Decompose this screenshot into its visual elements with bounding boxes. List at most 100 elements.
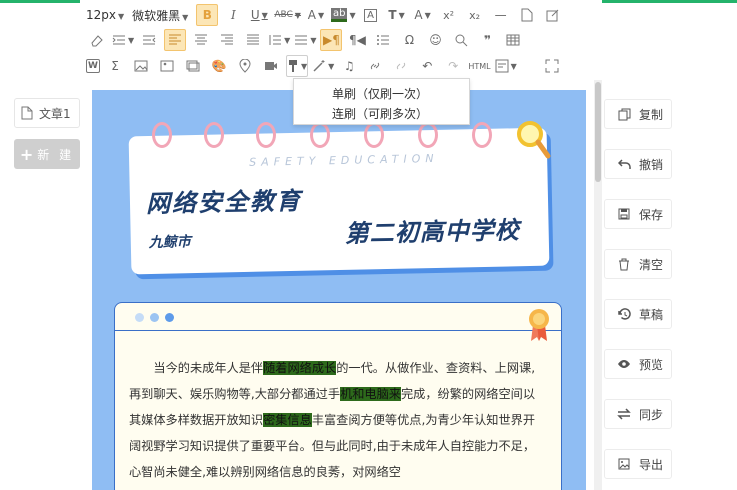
subtitle-en: SAFETY EDUCATION (249, 151, 439, 169)
unlink-icon[interactable] (390, 55, 412, 77)
preview-label: 预览 (639, 357, 664, 372)
undo-toolbar-icon[interactable]: ↶ (416, 55, 438, 77)
binder-ring-icon (204, 122, 224, 148)
link-icon[interactable] (364, 55, 386, 77)
align-right-icon[interactable] (216, 29, 238, 51)
formula-icon[interactable]: Σ (104, 55, 126, 77)
direction-ltr-icon[interactable]: ▶¶ (320, 29, 343, 51)
align-left-icon[interactable] (164, 29, 187, 51)
document-icon (21, 106, 33, 120)
direction-rtl-icon[interactable]: ¶◀ (346, 29, 368, 51)
export-button[interactable]: 导出 (604, 449, 672, 479)
content-card-header (115, 303, 561, 341)
editor-canvas[interactable]: SAFETY EDUCATION 网络安全教育 九鲸市 第二初高中学校 当今的未… (92, 90, 586, 490)
binder-ring-icon (364, 122, 384, 148)
magic-wand-icon[interactable]: ▼ (312, 55, 334, 77)
magnifier-icon (517, 121, 551, 159)
font-family-select[interactable]: 微软雅黑 ▼ (132, 7, 188, 24)
line-height-icon[interactable]: ▼ (268, 29, 290, 51)
emoji-icon[interactable]: ☺ (424, 29, 446, 51)
city-label: 九鲸市 (148, 234, 191, 251)
paragraph-spacing-icon[interactable]: ▼ (294, 29, 316, 51)
image-icon[interactable] (130, 55, 152, 77)
format-brush-icon[interactable]: ▼ (286, 55, 309, 77)
scrollbar-thumb[interactable] (595, 82, 601, 182)
paragraph-text: 当今的未成年人是伴 (153, 361, 264, 375)
table-icon[interactable] (502, 29, 524, 51)
binder-ring-icon (418, 122, 438, 148)
binder-ring-icon (152, 122, 172, 148)
frame-icon[interactable] (182, 55, 204, 77)
template-icon[interactable]: ▼ (495, 55, 517, 77)
fullscreen-icon[interactable] (541, 55, 563, 77)
award-badge-icon (529, 309, 549, 341)
edit-icon[interactable] (542, 4, 564, 26)
save-label: 保存 (639, 207, 664, 222)
word-import-icon[interactable]: W (86, 59, 100, 73)
new-button-label: 新 建 (37, 147, 75, 162)
save-button[interactable]: 保存 (604, 199, 672, 229)
font-color-icon[interactable]: A ▼ (305, 4, 327, 26)
eraser-icon[interactable] (86, 29, 108, 51)
toolbar-row-3: W Σ 🎨 ▼ ▼ ♫ ↶ ↷ HTML ▼ (86, 54, 567, 78)
draft-button[interactable]: 草稿 (604, 299, 672, 329)
gallery-icon[interactable] (156, 55, 178, 77)
background-color-icon[interactable]: ab ▼ (330, 4, 356, 26)
align-center-icon[interactable] (190, 29, 212, 51)
copy-button[interactable]: 复制 (604, 99, 672, 129)
list-icon[interactable] (372, 29, 394, 51)
decor-dot (165, 313, 174, 322)
editor-scrollbar[interactable] (594, 80, 602, 490)
superscript-icon[interactable]: x² (438, 4, 460, 26)
italic-icon[interactable]: I (222, 4, 244, 26)
search-replace-icon[interactable] (450, 29, 472, 51)
video-icon[interactable] (260, 55, 282, 77)
school-name: 第二初高中学校 (344, 216, 520, 248)
menu-item-continuous-brush[interactable]: 连刷（可刷多次） (332, 104, 469, 124)
binder-ring-icon (310, 122, 330, 148)
strikethrough-icon[interactable]: ABC ▼ (274, 4, 301, 26)
save-icon (617, 207, 631, 221)
clear-label: 清空 (639, 257, 664, 272)
article-paragraph: 当今的未成年人是伴随着网络成长的一代。从做作业、查资料、上网课,再到聊天、娱乐购… (129, 355, 547, 485)
underline-icon[interactable]: U ▼ (248, 4, 270, 26)
text-style-icon[interactable]: T ▼ (386, 4, 408, 26)
new-page-icon[interactable] (516, 4, 538, 26)
sync-button[interactable]: 同步 (604, 399, 672, 429)
redo-toolbar-icon[interactable]: ↷ (442, 55, 464, 77)
document-tab[interactable]: 文章1 (14, 98, 80, 128)
eye-icon (617, 357, 631, 371)
draft-icon (617, 307, 631, 321)
undo-button[interactable]: 撤销 (604, 149, 672, 179)
outdent-icon[interactable] (138, 29, 160, 51)
html-icon[interactable]: HTML (468, 55, 490, 77)
quote-icon[interactable]: ❞ (476, 29, 498, 51)
font-family-value: 微软雅黑 (132, 8, 181, 23)
new-document-button[interactable]: + 新 建 (14, 139, 80, 169)
indent-icon[interactable]: ▼ (112, 29, 134, 51)
subscript-icon[interactable]: x₂ (464, 4, 486, 26)
palette-icon[interactable]: 🎨 (208, 55, 230, 77)
font-size-select[interactable]: 12px ▼ (86, 8, 124, 22)
binder-ring-icon (256, 122, 276, 148)
map-icon[interactable] (234, 55, 256, 77)
accent-line-left (0, 0, 80, 3)
sync-icon (617, 407, 631, 421)
menu-item-single-brush[interactable]: 单刷（仅刷一次） (332, 84, 469, 104)
content-card: 当今的未成年人是伴随着网络成长的一代。从做作业、查资料、上网课,再到聊天、娱乐购… (114, 302, 562, 490)
align-justify-icon[interactable] (242, 29, 264, 51)
font-size-adjust-icon[interactable]: A ▼ (412, 4, 434, 26)
preview-button[interactable]: 预览 (604, 349, 672, 379)
bold-icon[interactable]: B (196, 4, 219, 26)
horizontal-rule-icon[interactable]: — (490, 4, 512, 26)
image-export-icon (617, 457, 631, 471)
special-char-icon[interactable]: Ω (398, 29, 420, 51)
highlighted-text: 机和电脑来 (340, 387, 401, 401)
clear-button[interactable]: 清空 (604, 249, 672, 279)
toolbar-row-1: 12px ▼ 微软雅黑 ▼ B I U ▼ ABC ▼ A ▼ ab ▼ A T ▼ A ▼ x… (86, 3, 568, 27)
draft-label: 草稿 (639, 307, 664, 322)
border-icon[interactable]: A (360, 4, 382, 26)
music-icon[interactable]: ♫ (338, 55, 360, 77)
undo-icon (617, 157, 631, 171)
undo-label: 撤销 (639, 157, 664, 172)
